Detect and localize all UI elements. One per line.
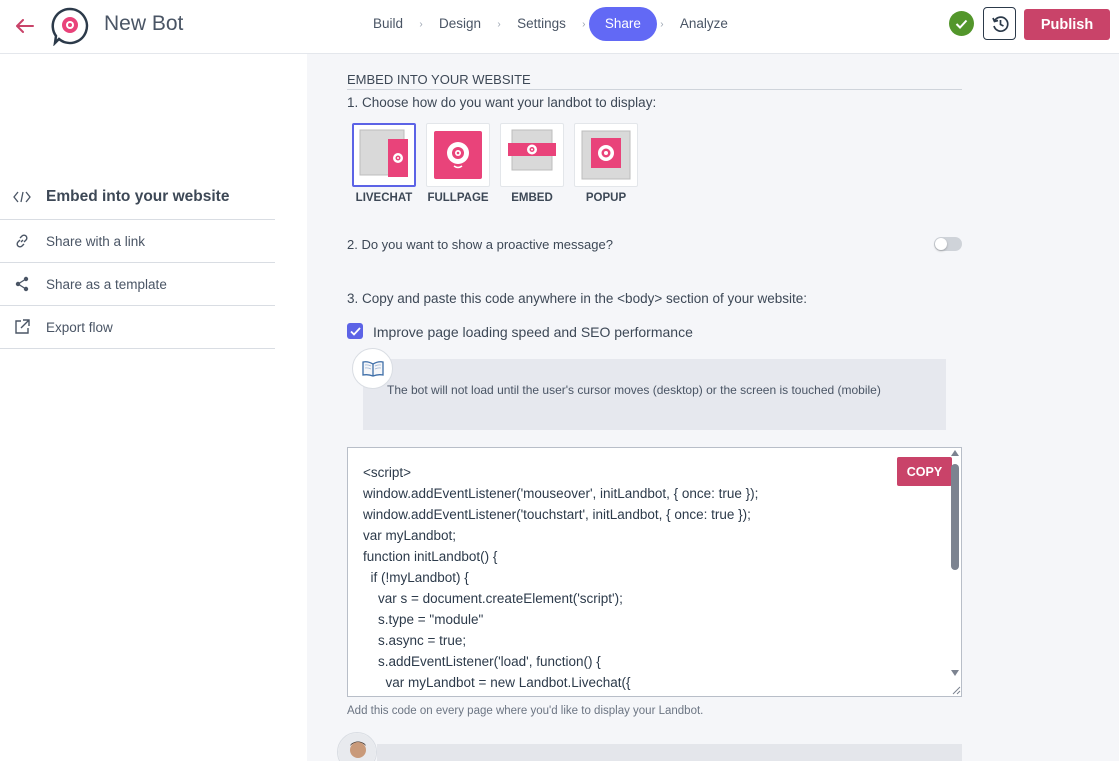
sidebar: Embed into your website Share with a lin… [0,54,307,761]
chevron-right-icon: › [419,18,423,30]
info-box: The bot will not load until the user's c… [363,359,946,430]
option-label: FULLPAGE [427,192,489,204]
code-line: <script> [363,465,412,480]
code-line: function initLandbot() { [363,549,498,564]
step-build[interactable]: Build [360,7,416,41]
code-line: var myLandbot; [363,528,457,543]
step-design[interactable]: Design [426,7,494,41]
preview-box [377,744,962,761]
option-fullpage[interactable] [426,123,490,187]
scroll-up-arrow-icon[interactable] [951,450,959,456]
code-line: s.type = "module" [363,612,484,627]
code-scrollbar[interactable] [949,448,961,696]
code-line: s.async = true; [363,633,467,648]
sidebar-item-label: Embed into your website [46,188,230,205]
fullpage-option-icon [434,131,482,179]
history-button[interactable] [983,7,1016,40]
code-line: var myLandbot = new Landbot.Livechat({ [363,675,631,690]
toggle-knob [935,238,947,250]
option-embed[interactable] [500,123,564,187]
link-icon [13,232,31,250]
embed-option-icon [508,129,556,171]
sidebar-item-embed[interactable]: Embed into your website [0,175,275,220]
history-icon [991,15,1009,32]
seo-checkbox-label[interactable]: Improve page loading speed and SEO perfo… [373,324,693,340]
status-ok-icon [949,11,974,36]
option-label: LIVECHAT [355,192,413,204]
back-arrow-icon[interactable] [12,13,38,39]
step-share[interactable]: Share [588,7,657,41]
avatar [337,732,377,761]
code-instruction: 3. Copy and paste this code anywhere in … [347,291,808,306]
livechat-option-icon [359,129,408,177]
step-settings[interactable]: Settings [504,7,579,41]
chevron-right-icon: › [660,18,664,30]
chevron-right-icon: › [497,18,501,30]
book-icon [352,348,393,389]
code-line: window.addEventListener('mouseover', ini… [363,486,759,501]
sidebar-item-share-link[interactable]: Share with a link [0,220,275,263]
publish-button[interactable]: Publish [1024,9,1110,40]
popup-option-icon [581,130,631,180]
proactive-question: 2. Do you want to show a proactive messa… [347,237,613,252]
scroll-thumb[interactable] [951,464,959,570]
option-label: EMBED [511,192,553,204]
top-bar: New Bot Build › Design › Settings › Shar… [0,0,1119,54]
code-icon [13,188,31,206]
code-hint: Add this code on every page where you'd … [347,705,704,717]
code-line: s.addEventListener('load', function() { [363,654,601,669]
main-panel: EMBED INTO YOUR WEBSITE 1. Choose how do… [307,54,1119,761]
step-analyze[interactable]: Analyze [667,7,741,41]
sidebar-item-label: Share as a template [46,276,167,292]
info-text: The bot will not load until the user's c… [387,383,881,397]
sidebar-item-label: Export flow [46,319,113,335]
proactive-toggle[interactable] [934,237,962,251]
code-line: if (!myLandbot) { [363,570,469,585]
option-label: POPUP [585,192,627,204]
section-title: EMBED INTO YOUR WEBSITE [347,72,962,90]
code-line: window.addEventListener('touchstart', in… [363,507,751,522]
sidebar-item-share-template[interactable]: Share as a template [0,263,275,306]
embed-code-textarea[interactable]: <script> window.addEventListener('mouseov… [347,447,962,697]
scroll-down-arrow-icon[interactable] [951,670,959,676]
resize-handle-icon[interactable] [949,682,961,695]
step-nav: Build › Design › Settings › Share › Anal… [360,7,741,41]
option-popup[interactable] [574,123,638,187]
display-question: 1. Choose how do you want your landbot t… [347,95,657,110]
sidebar-item-export-flow[interactable]: Export flow [0,306,275,349]
chevron-right-icon: › [582,18,586,30]
bot-name[interactable]: New Bot [104,12,183,36]
seo-checkbox[interactable] [347,323,363,339]
copy-button[interactable]: COPY [897,457,952,486]
sidebar-item-label: Share with a link [46,233,146,249]
code-line: var s = document.createElement('script')… [363,591,623,606]
share-icon [13,275,31,293]
landbot-logo-icon [50,6,90,47]
option-livechat[interactable] [352,123,416,187]
export-icon [13,318,31,336]
checkmark-icon [349,326,361,336]
embed-code[interactable]: <script> window.addEventListener('mouseov… [363,462,758,693]
